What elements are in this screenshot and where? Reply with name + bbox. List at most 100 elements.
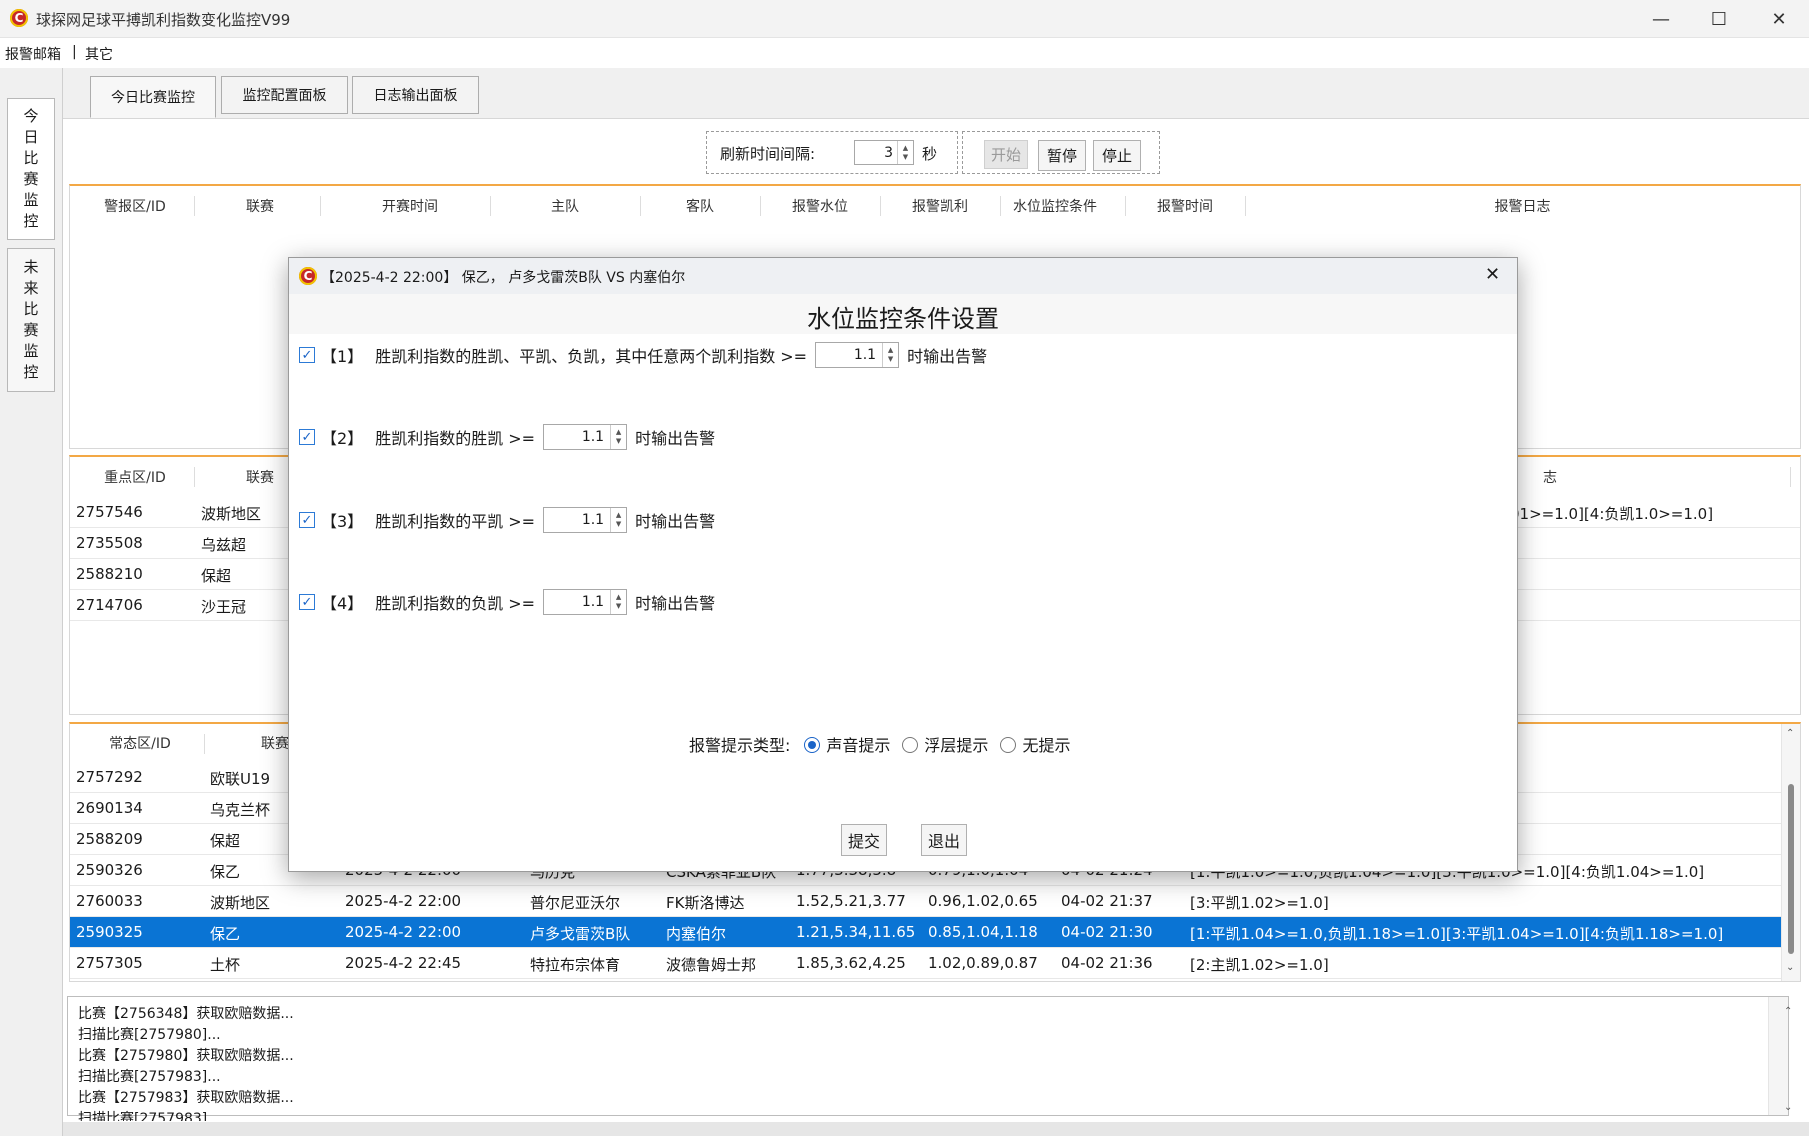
condition-1-threshold[interactable]: 1.1 ▲ ▼ (815, 342, 900, 368)
cell-log: [3:平凯1.02>=1.0] (1190, 894, 1329, 912)
side-tab-today[interactable]: 今 日 比 赛 监 控 (7, 98, 55, 240)
cell-league: 乌兹超 (201, 536, 247, 554)
condition-3-checkbox[interactable]: ✓ (299, 512, 315, 528)
cell-league: 沙王冠 (201, 598, 247, 616)
condition-index: 【4】 (321, 594, 364, 613)
col-header[interactable]: 联赛 (195, 186, 325, 226)
condition-suffix: 时输出告警 (907, 347, 988, 366)
condition-suffix: 时输出告警 (635, 594, 716, 613)
col-header[interactable]: 重点区/ID (70, 457, 200, 497)
side-tab-future[interactable]: 未 来 比 赛 监 控 (7, 248, 55, 392)
menu-item-other[interactable]: 其它 (85, 44, 113, 64)
table-row[interactable]: 2590325 保乙 2025-4-2 22:00 卢多戈雷茨B队 内塞伯尔 1.21,5… (70, 917, 1781, 948)
col-header[interactable]: 警报区/ID (70, 186, 200, 226)
cell-id: 2714706 (76, 596, 143, 614)
cell-id: 2588209 (76, 830, 143, 848)
condition-4-checkbox[interactable]: ✓ (299, 594, 315, 610)
cell-id: 2757305 (76, 954, 143, 972)
cell-league: 保超 (201, 567, 232, 585)
stop-button[interactable]: 停止 (1093, 140, 1141, 171)
cell-kelly: 0.96,1.02,0.65 (928, 892, 1038, 910)
spinner-arrows-icon[interactable]: ▲ ▼ (610, 590, 626, 614)
radio-off-icon[interactable] (902, 737, 919, 753)
app-logo-icon: C (10, 9, 28, 27)
refresh-interval-spinner[interactable]: 3 ▲ ▼ (854, 140, 914, 165)
log-output[interactable]: 比赛【2756348】获取欧赔数据... 扫描比赛[2757980]... 比赛… (67, 996, 1792, 1121)
menu-item-alert-email[interactable]: 报警邮箱 (5, 44, 61, 64)
spinner-arrows-icon[interactable]: ▲ ▼ (897, 141, 913, 164)
maximize-button[interactable]: ☐ (1690, 0, 1748, 38)
table-row[interactable]: 2757305 土杯 2025-4-2 22:45 特拉布宗体育 波德鲁姆士邦 1.85,… (70, 948, 1781, 979)
condition-2-checkbox[interactable]: ✓ (299, 429, 315, 445)
radio-overlay[interactable]: 浮层提示 (902, 732, 988, 756)
cell-league: 土杯 (210, 956, 241, 974)
app-logo-icon: C (299, 267, 317, 285)
threshold-value: 1.1 (853, 347, 877, 363)
pause-button[interactable]: 暂停 (1038, 140, 1086, 171)
cell-log: 01>=1.0][4:负凯1.0>=1.0] (1510, 505, 1714, 523)
scroll-down-icon[interactable]: ⌄ (1774, 1097, 1792, 1118)
cell-log: [1:平凯1.04>=1.0,负凯1.18>=1.0][3:平凯1.04>=1.… (1190, 925, 1724, 943)
col-header[interactable]: 水位监控条件 (980, 186, 1130, 226)
condition-2-threshold[interactable]: 1.1 ▲ ▼ (543, 424, 628, 450)
cell-league: 乌克兰杯 (210, 801, 271, 819)
spinner-arrows-icon[interactable]: ▲ ▼ (610, 425, 626, 449)
tab-today-monitor[interactable]: 今日比赛监控 (90, 76, 216, 118)
spinner-arrows-icon[interactable]: ▲ ▼ (610, 508, 626, 532)
exit-button[interactable]: 退出 (921, 824, 967, 856)
table-row[interactable]: 2760033 波斯地区 2025-4-2 22:00 普尔尼亚沃尔 FK斯洛博达 1.5… (70, 886, 1781, 917)
cell-time: 2025-4-2 22:45 (345, 954, 462, 972)
col-header[interactable]: 客队 (640, 186, 760, 226)
scroll-thumb[interactable] (1788, 784, 1794, 954)
control-group: 开始 暂停 停止 (962, 131, 1160, 174)
condition-text: 胜凯利指数的平凯 >= (375, 512, 536, 531)
submit-button[interactable]: 提交 (841, 824, 887, 856)
refresh-interval-value: 3 (884, 144, 893, 161)
cell-log: [2:主凯1.02>=1.0] (1190, 956, 1329, 974)
condition-3-threshold[interactable]: 1.1 ▲ ▼ (543, 507, 628, 533)
radio-off-icon[interactable] (1000, 737, 1017, 753)
menu-separator: | (72, 44, 77, 60)
cell-league: 保乙 (210, 863, 241, 881)
col-header[interactable]: 主队 (490, 186, 640, 226)
radio-on-icon[interactable] (804, 737, 821, 753)
vertical-scrollbar[interactable]: ⌃ ⌄ (1781, 724, 1800, 981)
log-scrollbar[interactable]: ⌃ ⌄ (1768, 997, 1792, 1115)
radio-none[interactable]: 无提示 (1000, 732, 1070, 756)
radio-label: 无提示 (1022, 736, 1071, 755)
refresh-unit: 秒 (922, 145, 938, 163)
alert-type-label: 报警提示类型: (689, 736, 791, 755)
condition-text: 胜凯利指数的胜凯 >= (375, 429, 536, 448)
col-header[interactable]: 常态区/ID (70, 724, 210, 762)
col-header-log[interactable]: 志 (1510, 457, 1590, 497)
condition-index: 【1】 (321, 347, 364, 366)
col-header[interactable]: 报警时间 (1125, 186, 1245, 226)
cell-league: 波斯地区 (210, 894, 271, 912)
condition-text: 胜凯利指数的胜凯、平凯、负凯，其中任意两个凯利指数 >= (375, 347, 808, 366)
scroll-up-icon[interactable]: ⌃ (1774, 1001, 1792, 1022)
condition-row-3: ✓ 【3】 胜凯利指数的平凯 >= 1.1 ▲ ▼ 时输出告警 (299, 507, 715, 533)
tab-monitor-config[interactable]: 监控配置面板 (221, 76, 348, 114)
tab-log-output[interactable]: 日志输出面板 (352, 76, 479, 114)
cell-home: 普尔尼亚沃尔 (530, 894, 621, 912)
col-header[interactable]: 报警日志 (1245, 186, 1800, 226)
minimize-button[interactable]: — (1632, 0, 1690, 38)
col-header[interactable]: 开赛时间 (320, 186, 500, 226)
spinner-arrows-icon[interactable]: ▲ ▼ (882, 343, 898, 367)
radio-sound[interactable]: 声音提示 (804, 732, 890, 756)
close-button[interactable]: ✕ (1750, 0, 1808, 38)
radio-label: 浮层提示 (924, 736, 989, 755)
scroll-up-icon[interactable]: ⌃ (1786, 728, 1794, 739)
condition-row-2: ✓ 【2】 胜凯利指数的胜凯 >= 1.1 ▲ ▼ 时输出告警 (299, 424, 715, 450)
condition-dialog: C 【2025-4-2 22:00】 保乙， 卢多戈雷茨B队 VS 内塞伯尔 ✕… (288, 257, 1518, 872)
scroll-down-icon[interactable]: ⌄ (1786, 962, 1794, 973)
condition-4-threshold[interactable]: 1.1 ▲ ▼ (543, 589, 628, 615)
cell-atime: 04-02 21:37 (1061, 892, 1153, 910)
dialog-close-button[interactable]: ✕ (1485, 264, 1500, 285)
col-header[interactable]: 报警水位 (760, 186, 880, 226)
cell-atime: 04-02 21:36 (1061, 954, 1153, 972)
start-button[interactable]: 开始 (984, 140, 1028, 169)
condition-1-checkbox[interactable]: ✓ (299, 347, 315, 363)
log-line: 扫描比赛[2757983]... (78, 1069, 221, 1085)
log-line: 比赛【2756348】获取欧赔数据... (78, 1006, 294, 1022)
